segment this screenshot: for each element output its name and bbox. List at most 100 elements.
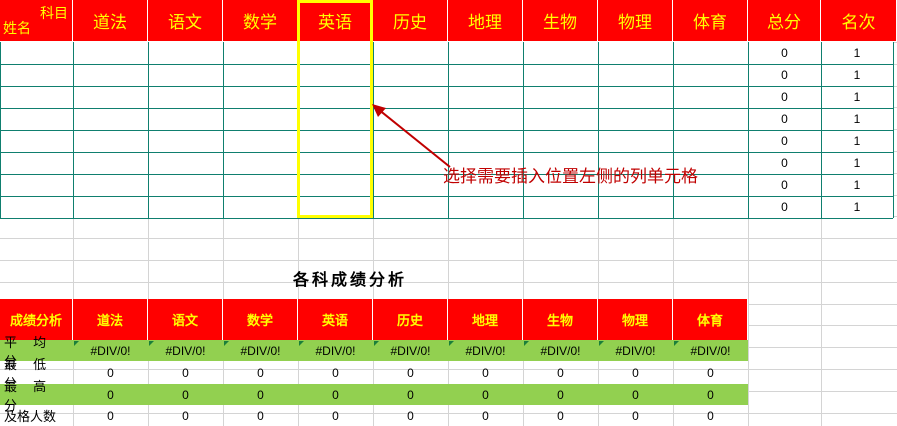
score-input-cell[interactable]: [599, 65, 673, 86]
analysis-value-cell[interactable]: #DIV/0!: [523, 340, 598, 361]
analysis-value-cell[interactable]: #DIV/0!: [298, 340, 373, 361]
score-input-cell[interactable]: [374, 43, 448, 64]
analysis-subject-header[interactable]: 英语: [298, 299, 373, 340]
corner-header-cell[interactable]: 科目 姓名: [0, 0, 73, 42]
analysis-value-cell[interactable]: #DIV/0!: [148, 340, 223, 361]
score-input-cell[interactable]: [74, 197, 148, 218]
column-header[interactable]: 物理: [598, 0, 673, 42]
total-score-cell[interactable]: 0: [748, 152, 821, 174]
column-header[interactable]: 语文: [148, 0, 223, 42]
score-input-cell[interactable]: [599, 87, 673, 108]
column-header[interactable]: 体育: [673, 0, 748, 42]
score-input-cell[interactable]: [674, 43, 748, 64]
score-input-cell[interactable]: [74, 153, 148, 174]
score-input-cell[interactable]: [524, 87, 598, 108]
score-input-cell[interactable]: [224, 109, 298, 130]
rank-cell[interactable]: 1: [821, 174, 893, 196]
score-input-cell[interactable]: [149, 175, 223, 196]
analysis-subject-header[interactable]: 物理: [598, 299, 673, 340]
score-input-cell[interactable]: [674, 197, 748, 218]
analysis-subject-header[interactable]: 体育: [673, 299, 748, 340]
analysis-value-cell[interactable]: 0: [598, 384, 673, 405]
score-input-cell[interactable]: [449, 43, 523, 64]
rank-cell[interactable]: 1: [821, 108, 893, 130]
score-input-cell[interactable]: [224, 65, 298, 86]
analysis-value-cell[interactable]: 0: [223, 405, 298, 426]
score-input-cell[interactable]: [74, 87, 148, 108]
score-input-cell[interactable]: [149, 153, 223, 174]
analysis-subject-header[interactable]: 语文: [148, 299, 223, 340]
score-input-cell[interactable]: [224, 87, 298, 108]
analysis-value-cell[interactable]: 0: [148, 384, 223, 405]
score-input-cell[interactable]: [1, 153, 73, 174]
score-input-cell[interactable]: [149, 197, 223, 218]
analysis-value-cell[interactable]: 0: [73, 405, 148, 426]
score-input-cell[interactable]: [74, 43, 148, 64]
analysis-value-cell[interactable]: 0: [148, 405, 223, 426]
score-input-cell[interactable]: [449, 197, 523, 218]
total-score-cell[interactable]: 0: [748, 64, 821, 86]
analysis-value-cell[interactable]: 0: [73, 384, 148, 405]
score-input-cell[interactable]: [599, 109, 673, 130]
score-input-cell[interactable]: [1, 109, 73, 130]
column-header[interactable]: 历史: [373, 0, 448, 42]
analysis-value-cell[interactable]: 0: [298, 384, 373, 405]
analysis-value-cell[interactable]: 0: [148, 362, 223, 383]
column-header[interactable]: 地理: [448, 0, 523, 42]
analysis-value-cell[interactable]: #DIV/0!: [673, 340, 748, 361]
total-score-cell[interactable]: 0: [748, 42, 821, 64]
score-input-cell[interactable]: [449, 87, 523, 108]
analysis-value-cell[interactable]: #DIV/0!: [448, 340, 523, 361]
column-header[interactable]: 道法: [73, 0, 148, 42]
analysis-value-cell[interactable]: 0: [673, 405, 748, 426]
score-input-cell[interactable]: [524, 197, 598, 218]
score-input-cell[interactable]: [149, 109, 223, 130]
analysis-value-cell[interactable]: 0: [373, 362, 448, 383]
analysis-value-cell[interactable]: 0: [223, 384, 298, 405]
analysis-subject-header[interactable]: 地理: [448, 299, 523, 340]
score-input-cell[interactable]: [74, 131, 148, 152]
column-header[interactable]: 名次: [821, 0, 897, 42]
score-input-cell[interactable]: [149, 87, 223, 108]
analysis-subject-header[interactable]: 历史: [373, 299, 448, 340]
analysis-value-cell[interactable]: 0: [448, 384, 523, 405]
analysis-value-cell[interactable]: 0: [373, 405, 448, 426]
analysis-value-cell[interactable]: #DIV/0!: [373, 340, 448, 361]
analysis-subject-header[interactable]: 道法: [73, 299, 148, 340]
score-input-cell[interactable]: [599, 131, 673, 152]
score-input-cell[interactable]: [374, 197, 448, 218]
score-input-cell[interactable]: [449, 131, 523, 152]
score-input-cell[interactable]: [149, 65, 223, 86]
score-input-cell[interactable]: [449, 109, 523, 130]
analysis-value-cell[interactable]: 0: [523, 384, 598, 405]
analysis-value-cell[interactable]: 0: [598, 362, 673, 383]
score-input-cell[interactable]: [74, 65, 148, 86]
score-input-cell[interactable]: [1, 43, 73, 64]
rank-cell[interactable]: 1: [821, 152, 893, 174]
analysis-value-cell[interactable]: 0: [598, 405, 673, 426]
rank-cell[interactable]: 1: [821, 64, 893, 86]
analysis-value-cell[interactable]: 0: [73, 362, 148, 383]
score-input-cell[interactable]: [599, 197, 673, 218]
score-input-cell[interactable]: [1, 87, 73, 108]
score-input-cell[interactable]: [524, 43, 598, 64]
analysis-subject-header[interactable]: 数学: [223, 299, 298, 340]
rank-cell[interactable]: 1: [821, 86, 893, 108]
score-input-cell[interactable]: [374, 175, 448, 196]
score-input-cell[interactable]: [1, 197, 73, 218]
score-input-cell[interactable]: [524, 131, 598, 152]
analysis-value-cell[interactable]: #DIV/0!: [223, 340, 298, 361]
rank-cell[interactable]: 1: [821, 130, 893, 152]
score-input-cell[interactable]: [599, 43, 673, 64]
score-input-cell[interactable]: [224, 131, 298, 152]
analysis-value-cell[interactable]: 0: [523, 405, 598, 426]
analysis-value-cell[interactable]: 0: [673, 362, 748, 383]
analysis-subject-header[interactable]: 生物: [523, 299, 598, 340]
rank-cell[interactable]: 1: [821, 42, 893, 64]
score-input-cell[interactable]: [224, 197, 298, 218]
analysis-value-cell[interactable]: 0: [298, 405, 373, 426]
score-input-cell[interactable]: [149, 43, 223, 64]
total-score-cell[interactable]: 0: [748, 130, 821, 152]
analysis-value-cell[interactable]: 0: [448, 362, 523, 383]
total-score-cell[interactable]: 0: [748, 196, 821, 218]
